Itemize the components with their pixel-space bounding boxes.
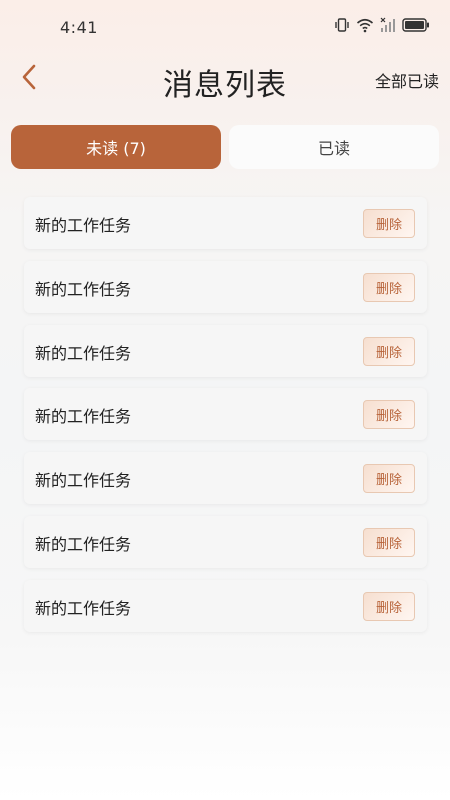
delete-button[interactable]: 删除 xyxy=(363,209,415,238)
tab-bar: 未读 (7) 已读 xyxy=(11,125,439,169)
list-item[interactable]: 新的工作任务 删除 xyxy=(24,452,427,504)
list-item[interactable]: 新的工作任务 删除 xyxy=(24,197,427,249)
status-icons xyxy=(334,17,430,33)
message-title: 新的工作任务 xyxy=(35,599,132,618)
delete-button[interactable]: 删除 xyxy=(363,592,415,621)
list-item[interactable]: 新的工作任务 删除 xyxy=(24,261,427,313)
battery-icon xyxy=(402,18,430,32)
message-title: 新的工作任务 xyxy=(35,280,132,299)
wifi-icon xyxy=(356,17,374,33)
list-item[interactable]: 新的工作任务 删除 xyxy=(24,516,427,568)
list-item[interactable]: 新的工作任务 删除 xyxy=(24,580,427,632)
list-item[interactable]: 新的工作任务 删除 xyxy=(24,325,427,377)
delete-button[interactable]: 删除 xyxy=(363,400,415,429)
signal-icon xyxy=(380,17,396,33)
message-title: 新的工作任务 xyxy=(35,535,132,554)
status-time: 4:41 xyxy=(60,18,98,37)
delete-button[interactable]: 删除 xyxy=(363,528,415,557)
tab-read[interactable]: 已读 xyxy=(229,125,439,169)
delete-button[interactable]: 删除 xyxy=(363,464,415,493)
delete-button[interactable]: 删除 xyxy=(363,273,415,302)
message-title: 新的工作任务 xyxy=(35,407,132,426)
app-header: 消息列表 全部已读 xyxy=(0,56,450,106)
status-bar: 4:41 xyxy=(0,0,450,56)
mark-all-read-button[interactable]: 全部已读 xyxy=(375,68,439,92)
delete-button[interactable]: 删除 xyxy=(363,337,415,366)
message-title: 新的工作任务 xyxy=(35,344,132,363)
list-item[interactable]: 新的工作任务 删除 xyxy=(24,388,427,440)
tab-unread[interactable]: 未读 (7) xyxy=(11,125,221,169)
message-title: 新的工作任务 xyxy=(35,471,132,490)
vibrate-icon xyxy=(334,17,350,33)
message-title: 新的工作任务 xyxy=(35,216,132,235)
